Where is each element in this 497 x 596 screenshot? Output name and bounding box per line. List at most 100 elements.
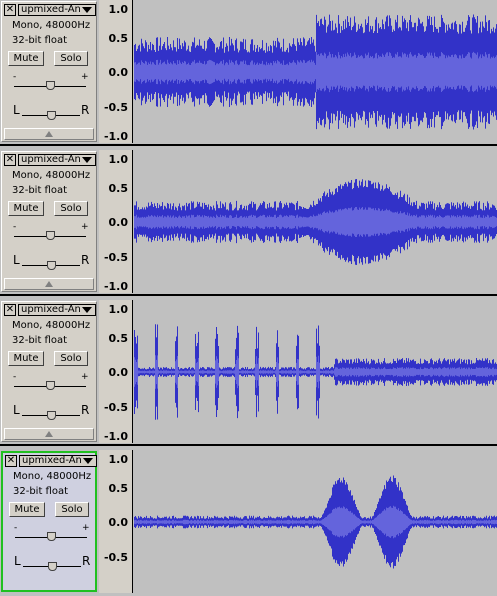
gain-plus-label: +	[81, 222, 89, 232]
pan-left-label: L	[13, 403, 20, 417]
dropdown-arrow-icon	[82, 307, 92, 313]
track-bit-depth: 32-bit float	[12, 35, 68, 46]
mute-button[interactable]: Mute	[9, 502, 45, 517]
dropdown-arrow-icon	[82, 7, 92, 13]
gain-plus-label: +	[81, 72, 89, 82]
collapse-arrow-icon	[45, 281, 53, 287]
gain-minus-label: -	[13, 222, 17, 232]
scale-label: -0.5	[103, 551, 128, 564]
mute-button[interactable]: Mute	[8, 201, 44, 216]
scale-label: 0.0	[108, 216, 129, 229]
solo-button[interactable]: Solo	[54, 201, 88, 216]
track-separator	[0, 144, 497, 146]
track-name-menu[interactable]: upmixed-An	[18, 4, 96, 16]
scale-label: 0.0	[108, 366, 129, 379]
gain-plus-label: +	[81, 372, 89, 382]
waveform[interactable]	[134, 300, 497, 443]
track-name-menu[interactable]: upmixed-An	[19, 455, 97, 467]
audio-track: ✕ upmixed-An Mono, 48000Hz 32-bit float …	[0, 0, 497, 146]
dropdown-arrow-icon	[83, 458, 93, 464]
pan-right-label: R	[81, 403, 90, 417]
scale-label: -0.5	[103, 401, 128, 414]
track-control-panel[interactable]: ✕ upmixed-An Mono, 48000Hz 32-bit float …	[1, 451, 97, 592]
pan-right-label: R	[81, 253, 90, 267]
pan-right-label: R	[81, 103, 90, 117]
audio-track: ✕ upmixed-An Mono, 48000Hz 32-bit float …	[0, 300, 497, 446]
pan-left-label: L	[13, 253, 20, 267]
waveform[interactable]	[134, 0, 497, 143]
scale-label: -0.5	[103, 101, 128, 114]
pan-right-label: R	[82, 554, 91, 568]
close-track-button[interactable]: ✕	[4, 154, 16, 166]
track-bit-depth: 32-bit float	[12, 185, 68, 196]
scale-label: 1.0	[108, 453, 129, 466]
track-control-panel[interactable]: ✕ upmixed-An Mono, 48000Hz 32-bit float …	[1, 151, 97, 292]
audio-track: ✕ upmixed-An Mono, 48000Hz 32-bit float …	[0, 150, 497, 296]
scale-label: 1.0	[108, 153, 129, 166]
solo-button[interactable]: Solo	[54, 51, 88, 66]
gain-minus-label: -	[14, 523, 18, 533]
track-name: upmixed-An	[21, 4, 81, 15]
close-track-button[interactable]: ✕	[4, 4, 16, 16]
dropdown-arrow-icon	[82, 157, 92, 163]
vertical-ruler: 1.0 0.5 0.0 -0.5	[99, 450, 133, 593]
vertical-ruler: 1.0 0.5 0.0 -0.5 -1.0	[99, 150, 133, 293]
track-name: upmixed-An	[21, 304, 81, 315]
track-format: Mono, 48000Hz	[12, 170, 91, 181]
track-name: upmixed-An	[21, 154, 81, 165]
track-format: Mono, 48000Hz	[12, 320, 91, 331]
gain-slider-knob[interactable]	[46, 231, 55, 240]
vertical-ruler: 1.0 0.5 0.0 -0.5 -1.0	[99, 300, 133, 443]
pan-left-label: L	[14, 554, 21, 568]
scale-label: 0.0	[108, 66, 129, 79]
pan-slider-knob[interactable]	[47, 111, 56, 120]
track-bit-depth: 32-bit float	[13, 486, 69, 497]
track-bit-depth: 32-bit float	[12, 335, 68, 346]
collapse-track-button[interactable]	[4, 128, 94, 140]
solo-button[interactable]: Solo	[54, 351, 88, 366]
gain-slider-knob[interactable]	[46, 381, 55, 390]
waveform[interactable]	[134, 150, 497, 293]
close-track-button[interactable]: ✕	[5, 455, 17, 467]
pan-slider-knob[interactable]	[48, 562, 57, 571]
gain-minus-label: -	[13, 72, 17, 82]
scale-label: 0.5	[108, 482, 129, 495]
track-separator	[0, 294, 497, 296]
collapse-arrow-icon	[45, 131, 53, 137]
pan-slider-knob[interactable]	[47, 411, 56, 420]
track-name-menu[interactable]: upmixed-An	[18, 154, 96, 166]
track-separator	[0, 444, 497, 446]
scale-label: 0.5	[108, 332, 129, 345]
waveform[interactable]	[134, 450, 497, 593]
gain-slider-knob[interactable]	[47, 532, 56, 541]
solo-button[interactable]: Solo	[55, 502, 89, 517]
track-control-panel[interactable]: ✕ upmixed-An Mono, 48000Hz 32-bit float …	[1, 1, 97, 142]
scale-label: -1.0	[103, 130, 128, 143]
track-format: Mono, 48000Hz	[12, 20, 91, 31]
track-name: upmixed-An	[22, 455, 82, 466]
mute-button[interactable]: Mute	[8, 51, 44, 66]
pan-slider-knob[interactable]	[47, 261, 56, 270]
collapse-track-button[interactable]	[4, 428, 94, 440]
scale-label: -1.0	[103, 280, 128, 293]
collapse-track-button[interactable]	[4, 278, 94, 290]
gain-plus-label: +	[82, 523, 90, 533]
scale-label: 0.5	[108, 32, 129, 45]
pan-left-label: L	[13, 103, 20, 117]
mute-button[interactable]: Mute	[8, 351, 44, 366]
scale-label: 1.0	[108, 303, 129, 316]
close-track-button[interactable]: ✕	[4, 304, 16, 316]
gain-slider-knob[interactable]	[46, 81, 55, 90]
audio-track: ✕ upmixed-An Mono, 48000Hz 32-bit float …	[0, 450, 497, 596]
track-name-menu[interactable]: upmixed-An	[18, 304, 96, 316]
scale-label: -0.5	[103, 251, 128, 264]
gain-minus-label: -	[13, 372, 17, 382]
scale-label: 0.0	[108, 516, 129, 529]
collapse-arrow-icon	[45, 431, 53, 437]
track-control-panel[interactable]: ✕ upmixed-An Mono, 48000Hz 32-bit float …	[1, 301, 97, 442]
vertical-ruler: 1.0 0.5 0.0 -0.5 -1.0	[99, 0, 133, 143]
scale-label: -1.0	[103, 430, 128, 443]
scale-label: 1.0	[108, 3, 129, 16]
scale-label: 0.5	[108, 182, 129, 195]
track-format: Mono, 48000Hz	[13, 471, 92, 482]
